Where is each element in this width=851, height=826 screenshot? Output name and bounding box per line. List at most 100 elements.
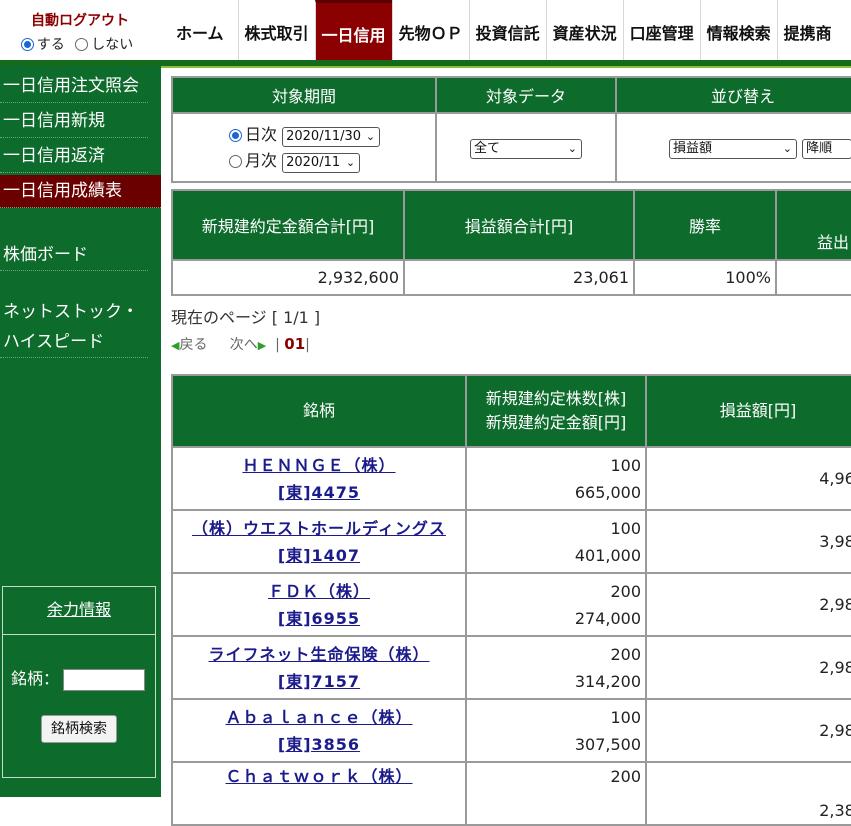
page-number[interactable]: 01 (284, 335, 305, 353)
amount-value: 665,000 (574, 482, 641, 502)
table-row: ＦＤＫ（株）[東]6955 200 274,000 2,987 (173, 574, 851, 635)
col-header-shares: 新規建約定株数[株] (485, 389, 627, 408)
pl-value: 2,987 (647, 574, 851, 635)
amount-value: 401,000 (574, 545, 641, 565)
summary-header-profit: 益出 (777, 191, 851, 259)
auto-logout-box: 自動ログアウト する しない (0, 0, 160, 66)
nav-stock-trade[interactable]: 株式取引 (237, 0, 315, 64)
daily-date-select[interactable]: 2020/11/30 ⌄ (282, 126, 381, 147)
stock-name-link[interactable]: Ａｂａｌａｎｃｅ（株） (173, 704, 465, 731)
summary-profit (777, 261, 851, 294)
pl-value: 2,985 (647, 700, 851, 761)
sort-order-select[interactable]: 降順 (802, 138, 851, 159)
shares-value: 200 (610, 581, 641, 601)
table-row: ライフネット生命保険（株）[東]7157 200 314,200 2,986 (173, 637, 851, 698)
stock-code-link[interactable]: [東]1407 (173, 542, 465, 569)
stock-name-link[interactable]: （株）ウエストホールディングス (173, 515, 465, 542)
summary-table: 新規建約定金額合計[円] 損益額合計[円] 勝率 益出 2,932,600 23… (171, 189, 851, 296)
daily-label: 日次 (245, 124, 278, 144)
shares-value: 100 (610, 707, 641, 727)
page-indicator: 現在のページ [ 1/1 ] (171, 308, 321, 327)
target-data-select[interactable]: 全て ⌄ (470, 138, 582, 159)
stock-code-link[interactable]: [東]6955 (173, 605, 465, 632)
nav-home[interactable]: ホーム (162, 0, 238, 64)
summary-header-total-amount: 新規建約定金額合計[円] (173, 191, 403, 259)
sidebar: 一日信用注文照会 一日信用新規 一日信用返済 一日信用成績表 株価ボード ネット… (0, 66, 161, 797)
radio-off-icon[interactable] (75, 38, 89, 51)
stock-code-link[interactable]: [東]4475 (173, 479, 465, 506)
table-row: Ａｂａｌａｎｃｅ（株）[東]3856 100 307,500 2,985 (173, 700, 851, 761)
monthly-date-select[interactable]: 2020/11 ⌄ (282, 152, 361, 173)
holdings-table: 銘柄 新規建約定株数[株] 新規建約定金額[円] 損益額[円] ＨＥＮＮＧＥ（株… (171, 374, 851, 826)
auto-logout-title: 自動ログアウト (31, 13, 129, 29)
nav-investment-trust[interactable]: 投資信託 (468, 0, 546, 64)
sidebar-item-repay[interactable]: 一日信用返済 (0, 140, 148, 173)
monthly-radio[interactable] (229, 154, 242, 168)
amount-value: 274,000 (574, 608, 641, 628)
stock-name-link[interactable]: ＨＥＮＮＧＥ（株） (173, 452, 465, 479)
pl-value: 3,981 (647, 511, 851, 572)
nav-partner-products[interactable]: 提携商 (776, 0, 838, 64)
table-row: Ｃｈａｔｗｏｒｋ（株） 200 2,388 (173, 763, 851, 824)
sort-field-select[interactable]: 損益額 ⌄ (669, 138, 797, 159)
nav-day-margin[interactable]: 一日信用 (314, 0, 392, 64)
stock-code-link[interactable]: [東]3856 (173, 731, 465, 758)
radio-on-icon[interactable] (20, 38, 34, 51)
symbol-search-button[interactable]: 銘柄検索 (41, 714, 117, 743)
amount-value: 307,500 (574, 734, 641, 754)
chevron-down-icon: ⌄ (345, 155, 356, 169)
table-row: （株）ウエストホールディングス[東]1407 100 401,000 3,981 (173, 511, 851, 572)
auto-logout-on-option[interactable]: する (20, 37, 65, 53)
prev-page-link[interactable]: 戻る (179, 337, 207, 353)
nav-asset-status[interactable]: 資産状況 (545, 0, 623, 64)
filter-header-data: 対象データ (437, 78, 615, 112)
chevron-down-icon: ⌄ (365, 129, 376, 143)
nav-info-search[interactable]: 情報検索 (699, 0, 777, 64)
main-nav: ホーム 株式取引 一日信用 先物ＯＰ 投資信託 資産状況 口座管理 情報検索 提… (162, 0, 838, 64)
sidebar-item-stock-board[interactable]: 株価ボード (0, 240, 148, 271)
monthly-label: 月次 (245, 150, 278, 170)
pl-value: 4,968 (647, 448, 851, 509)
shares-value: 100 (610, 518, 641, 538)
daily-radio[interactable] (229, 128, 242, 142)
nav-futures-options[interactable]: 先物ＯＰ (391, 0, 469, 64)
highspeed-line1: ネットストック・ (3, 302, 139, 322)
pager: ◀戻る 次へ▶ | 01| (171, 335, 310, 353)
summary-win-rate: 100% (635, 261, 775, 294)
shares-value: 200 (610, 644, 641, 664)
summary-header-win-rate: 勝率 (635, 191, 775, 259)
col-header-name: 銘柄 (173, 376, 465, 446)
next-arrow-icon: ▶ (257, 339, 267, 352)
auto-logout-off-option[interactable]: しない (75, 37, 133, 53)
filter-header-sort: 並び替え (617, 78, 851, 112)
stock-code-link[interactable]: [東]7157 (173, 668, 465, 695)
summary-total-pl: 23,061 (405, 261, 633, 294)
symbol-input[interactable] (63, 668, 146, 691)
col-header-shares-amount: 新規建約定株数[株] 新規建約定金額[円] (467, 376, 645, 446)
amount-value: 314,200 (574, 671, 641, 691)
filter-table: 対象期間 対象データ 並び替え 日次 2020/11/30 ⌄ 月次 2020/1… (171, 76, 851, 183)
sidebar-item-new[interactable]: 一日信用新規 (0, 105, 148, 138)
main-content: 対象期間 対象データ 並び替え 日次 2020/11/30 ⌄ 月次 2020/1… (171, 76, 851, 826)
sidebar-item-order-inquiry[interactable]: 一日信用注文照会 (0, 70, 148, 103)
pl-value: 2,388 (647, 763, 851, 824)
col-header-amount: 新規建約定金額[円] (485, 413, 627, 432)
symbol-label: 銘柄： (11, 669, 60, 688)
sidebar-item-highspeed[interactable]: ネットストック・ ハイスピード (0, 297, 148, 358)
stock-name-link[interactable]: ＦＤＫ（株） (173, 578, 465, 605)
next-page-link[interactable]: 次へ (230, 337, 258, 353)
chevron-down-icon: ⌄ (567, 141, 577, 155)
shares-value: 100 (610, 455, 641, 475)
summary-total-amount: 2,932,600 (173, 261, 403, 294)
col-header-pl: 損益額[円] (647, 376, 851, 446)
pl-value: 2,986 (647, 637, 851, 698)
stock-name-link[interactable]: ライフネット生命保険（株） (173, 641, 465, 668)
margin-info-link[interactable]: 余力情報 (3, 587, 155, 635)
filter-header-period: 対象期間 (173, 78, 435, 112)
summary-header-total-pl: 損益額合計[円] (405, 191, 633, 259)
table-row: ＨＥＮＮＧＥ（株）[東]4475 100 665,000 4,968 (173, 448, 851, 509)
stock-name-link[interactable]: Ｃｈａｔｗｏｒｋ（株） (173, 763, 465, 790)
nav-account[interactable]: 口座管理 (622, 0, 700, 64)
shares-value: 200 (610, 767, 641, 786)
sidebar-item-results[interactable]: 一日信用成績表 (0, 175, 161, 208)
